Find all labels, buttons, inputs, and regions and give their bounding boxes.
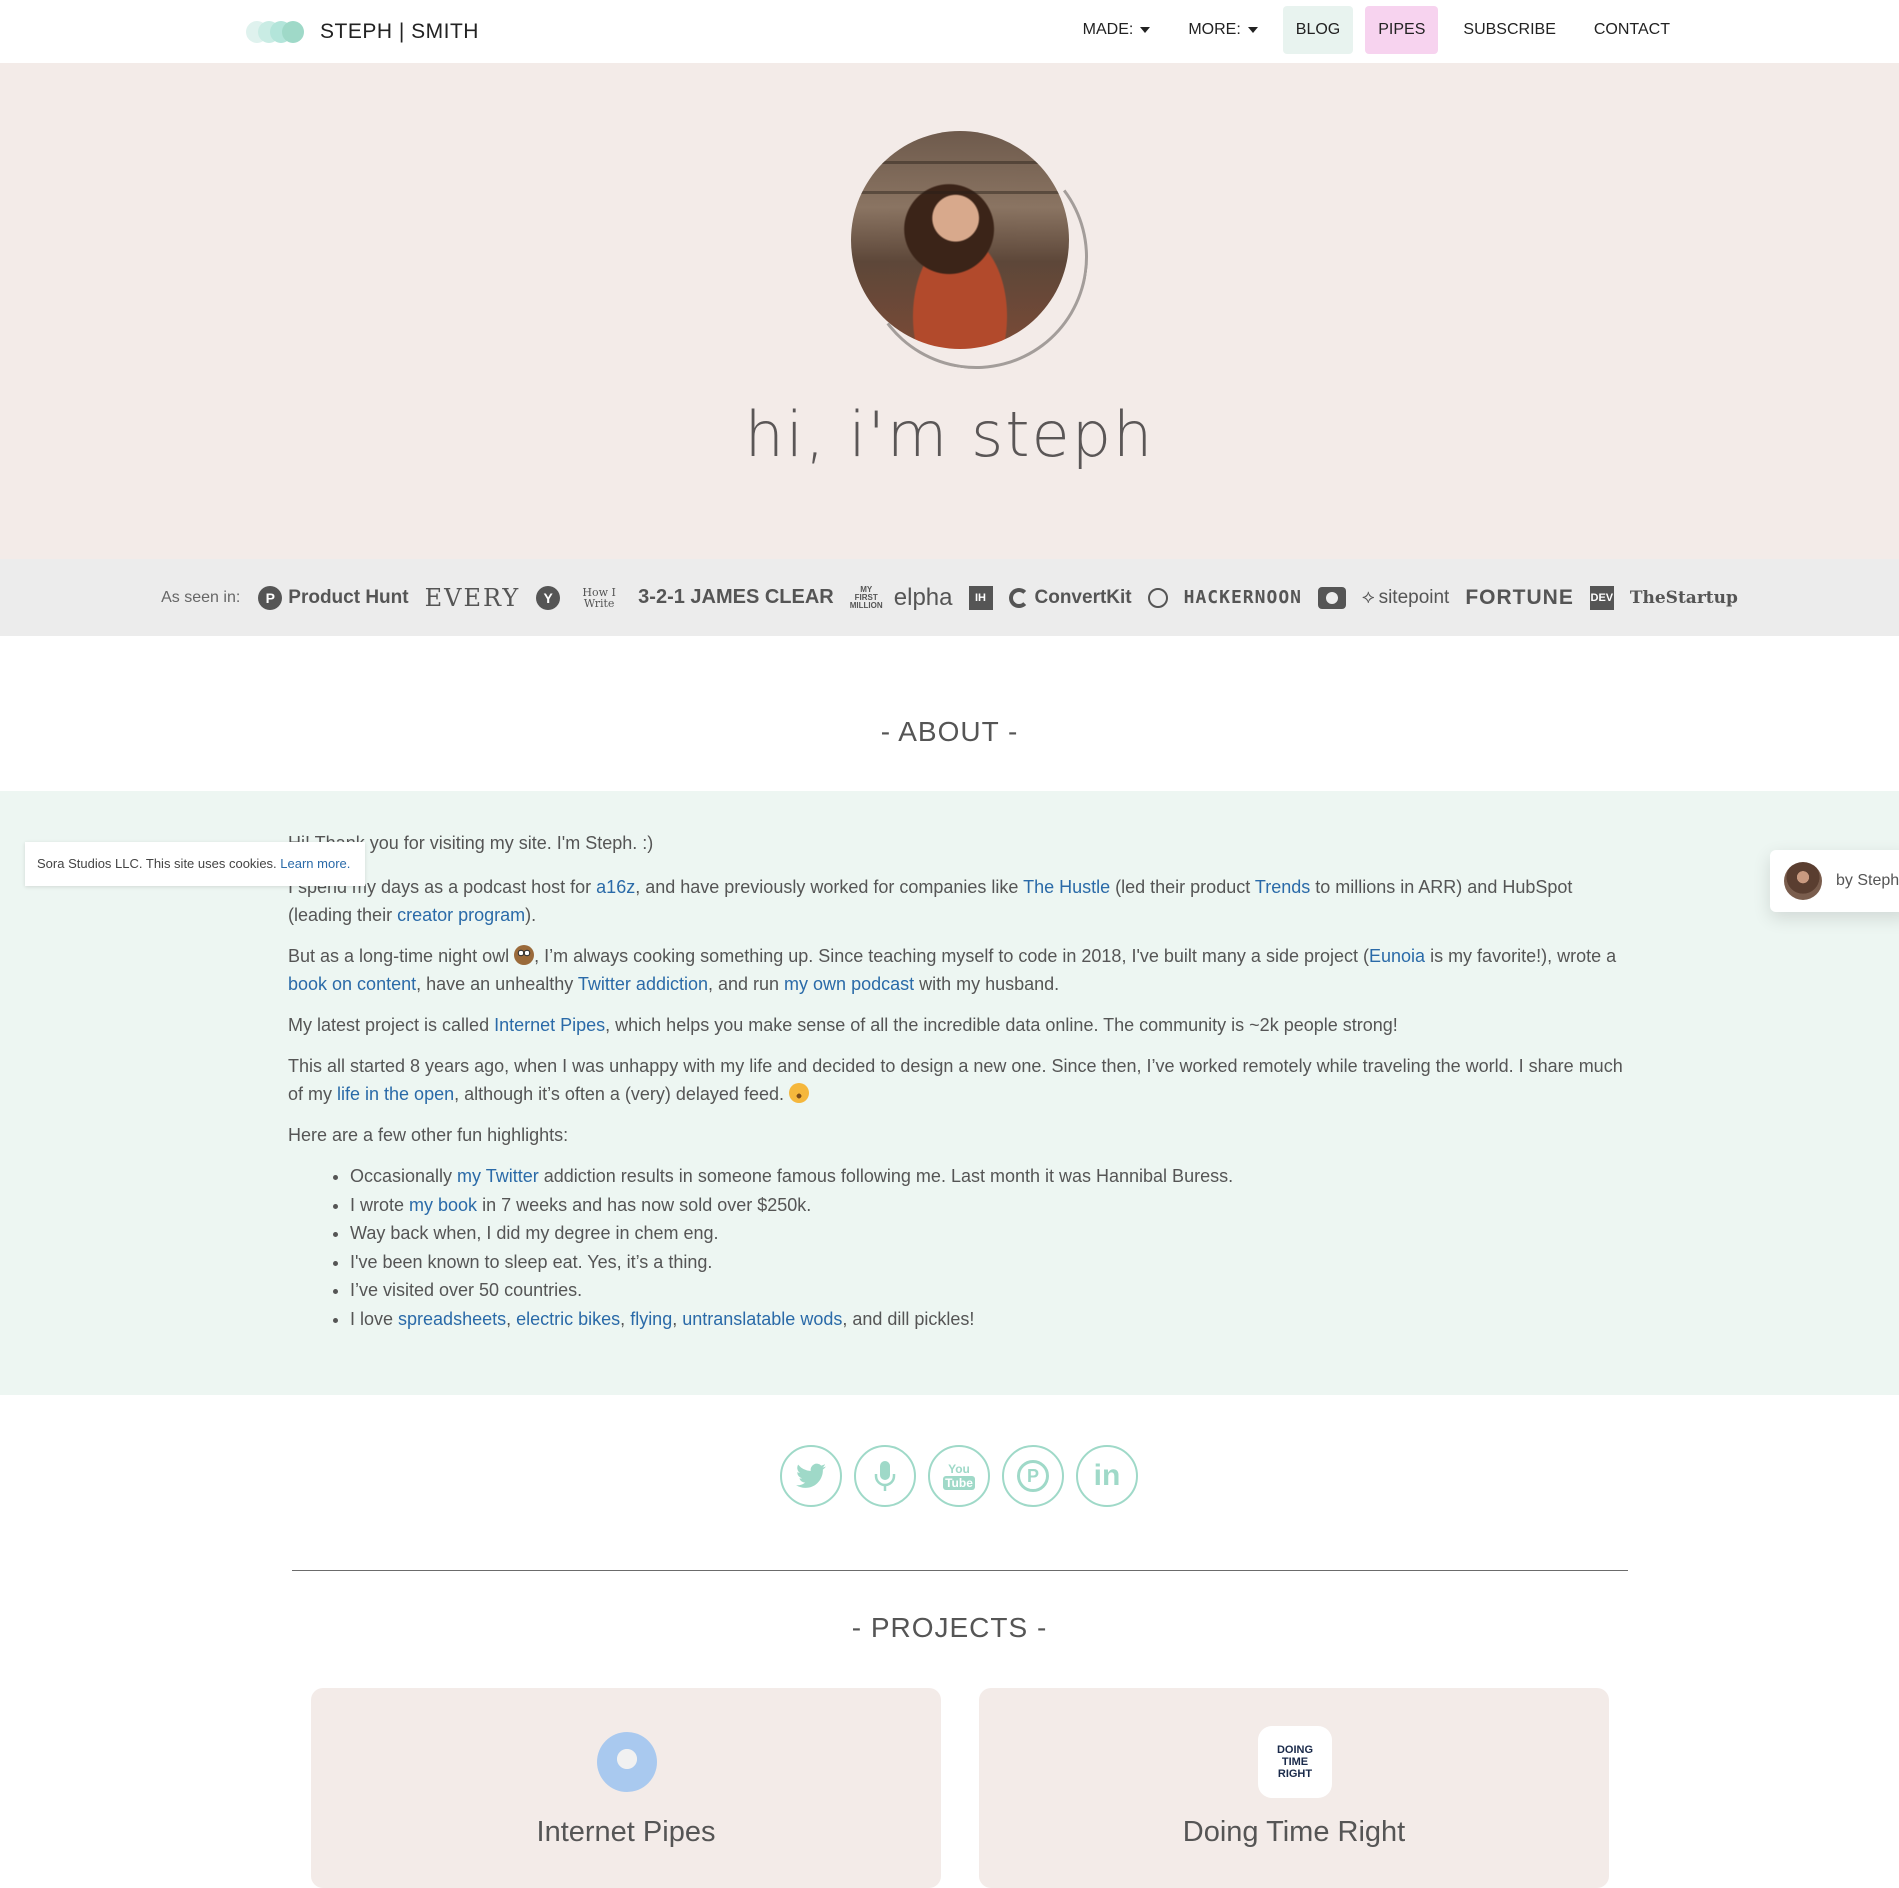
microphone-icon[interactable]	[854, 1445, 916, 1507]
james-clear-logo: 3-2-1 JAMES CLEAR	[638, 586, 834, 608]
producthunt-icon[interactable]: P	[1002, 1445, 1064, 1507]
projects-title: - PROJECTS -	[851, 1612, 1048, 1643]
my-first-million-logo: MY FIRST MILLION	[849, 584, 883, 610]
about-paragraph: Hi! Thank you for visiting my site. I'm …	[288, 833, 654, 853]
nav-blog[interactable]: BLOG	[1282, 6, 1354, 54]
avatar	[1784, 862, 1822, 900]
section-divider	[292, 1570, 1628, 1571]
my-twitter-link[interactable]: my Twitter	[457, 1166, 539, 1186]
highlights-list: Occasionally my Twitter addiction result…	[288, 1162, 1633, 1333]
convertkit-logo: ConvertKit	[1008, 587, 1132, 609]
spreadsheets-link[interactable]: spreadsheets	[398, 1309, 506, 1329]
twitter-icon[interactable]	[780, 1445, 842, 1507]
sitepoint-logo: ⟡ sitepoint	[1362, 586, 1450, 608]
twitter-addiction-link[interactable]: Twitter addiction	[578, 974, 708, 994]
book-on-content-link[interactable]: book on content	[288, 974, 416, 994]
list-item: I’ve visited over 50 countries.	[350, 1276, 1633, 1305]
about-body: Hi! Thank you for visiting my site. I'm …	[288, 829, 1633, 1333]
list-item: I've been known to sleep eat. Yes, it’s …	[350, 1248, 1633, 1277]
sweat-smile-emoji-icon	[788, 1083, 809, 1103]
project-card[interactable]: DOING TIME RIGHT Doing Time Right	[979, 1688, 1609, 1888]
fortune-logo: FORTUNE	[1465, 585, 1574, 609]
youtube-icon[interactable]: You Tube	[928, 1445, 990, 1507]
doing-time-right-icon: DOING TIME RIGHT	[1258, 1726, 1332, 1798]
howiwrite-logo: How I Write	[582, 585, 616, 610]
logo-text: STEPH | SMITH	[320, 20, 479, 43]
trends-link[interactable]: Trends	[1255, 877, 1310, 897]
as-seen-in-bar: As seen in: P Product Hunt EVERY Y How I …	[0, 559, 1899, 636]
dev-logo: DEV	[1589, 585, 1614, 610]
nav-subscribe[interactable]: SUBSCRIBE	[1450, 6, 1568, 54]
as-seen-in-label: As seen in:	[161, 588, 241, 606]
internet-pipes-link[interactable]: Internet Pipes	[494, 1015, 605, 1035]
about-paragraph: This all started 8 years ago, when I was…	[288, 1056, 1623, 1104]
owl-emoji-icon	[514, 945, 535, 965]
a16z-link[interactable]: a16z	[596, 877, 635, 897]
creator-program-link[interactable]: creator program	[397, 905, 525, 925]
profile-photo	[851, 131, 1069, 349]
about-paragraph: But as a long-time night owl , I’m alway…	[288, 945, 1617, 994]
robot-icon	[597, 1732, 657, 1792]
top-nav: STEPH | SMITH MADE: MORE: BLOG PIPES SUB…	[0, 0, 1899, 63]
indiehackers-logo: IH	[968, 585, 993, 610]
about-paragraph: My latest project is called Internet Pip…	[288, 1015, 1398, 1035]
cookie-learn-more-link[interactable]: Learn more.	[280, 856, 350, 871]
my-book-link[interactable]: my book	[409, 1195, 477, 1215]
about-paragraph: Here are a few other fun highlights:	[288, 1125, 569, 1145]
owl-logo-icon	[1147, 587, 1168, 608]
my-own-podcast-link[interactable]: my own podcast	[784, 974, 914, 994]
eunoia-link[interactable]: Eunoia	[1369, 946, 1425, 966]
about-paragraph: I spend my days as a podcast host for a1…	[288, 877, 1573, 925]
thestartup-logo: TheStartup	[1629, 587, 1738, 608]
the-hustle-link[interactable]: The Hustle	[1023, 877, 1110, 897]
list-item: Occasionally my Twitter addiction result…	[350, 1162, 1633, 1191]
logo-circles-icon	[246, 18, 316, 46]
ycombinator-logo: Y	[536, 585, 561, 610]
electric-bikes-link[interactable]: electric bikes	[516, 1309, 620, 1329]
flying-link[interactable]: flying	[630, 1309, 672, 1329]
nav-made[interactable]: MADE:	[1070, 6, 1164, 54]
social-links: You Tube P in	[780, 1445, 1138, 1507]
camera-icon	[1318, 586, 1346, 609]
nav-more[interactable]: MORE:	[1175, 6, 1270, 54]
list-item: I love spreadsheets, electric bikes, fly…	[350, 1305, 1633, 1334]
nav-menu: MADE: MORE: BLOG PIPES SUBSCRIBE CONTACT	[1070, 6, 1683, 54]
nav-contact[interactable]: CONTACT	[1581, 6, 1683, 54]
project-card[interactable]: Internet Pipes	[311, 1688, 941, 1888]
elpha-logo: elpha	[893, 583, 953, 611]
caret-down-icon	[1140, 27, 1151, 33]
by-steph-widget[interactable]: by Steph	[1770, 850, 1899, 912]
nav-pipes[interactable]: PIPES	[1365, 6, 1439, 54]
about-title: - ABOUT -	[880, 716, 1019, 747]
untranslatable-words-link[interactable]: untranslatable wods	[682, 1309, 842, 1329]
project-title: Internet Pipes	[536, 1816, 716, 1848]
caret-down-icon	[1247, 27, 1258, 33]
hackernoon-logo: HACKERNOON	[1183, 587, 1302, 608]
cookie-banner: Sora Studios LLC. This site uses cookies…	[25, 842, 365, 886]
linkedin-icon[interactable]: in	[1076, 1445, 1138, 1507]
life-in-the-open-link[interactable]: life in the open	[337, 1084, 454, 1104]
every-logo: EVERY	[424, 583, 521, 612]
list-item: Way back when, I did my degree in chem e…	[350, 1219, 1633, 1248]
project-title: Doing Time Right	[1182, 1816, 1406, 1848]
producthunt-logo: P Product Hunt	[258, 585, 409, 610]
site-logo[interactable]: STEPH | SMITH	[246, 18, 479, 46]
list-item: I wrote my book in 7 weeks and has now s…	[350, 1191, 1633, 1220]
hero-title: hi, i'm steph	[744, 398, 1155, 471]
